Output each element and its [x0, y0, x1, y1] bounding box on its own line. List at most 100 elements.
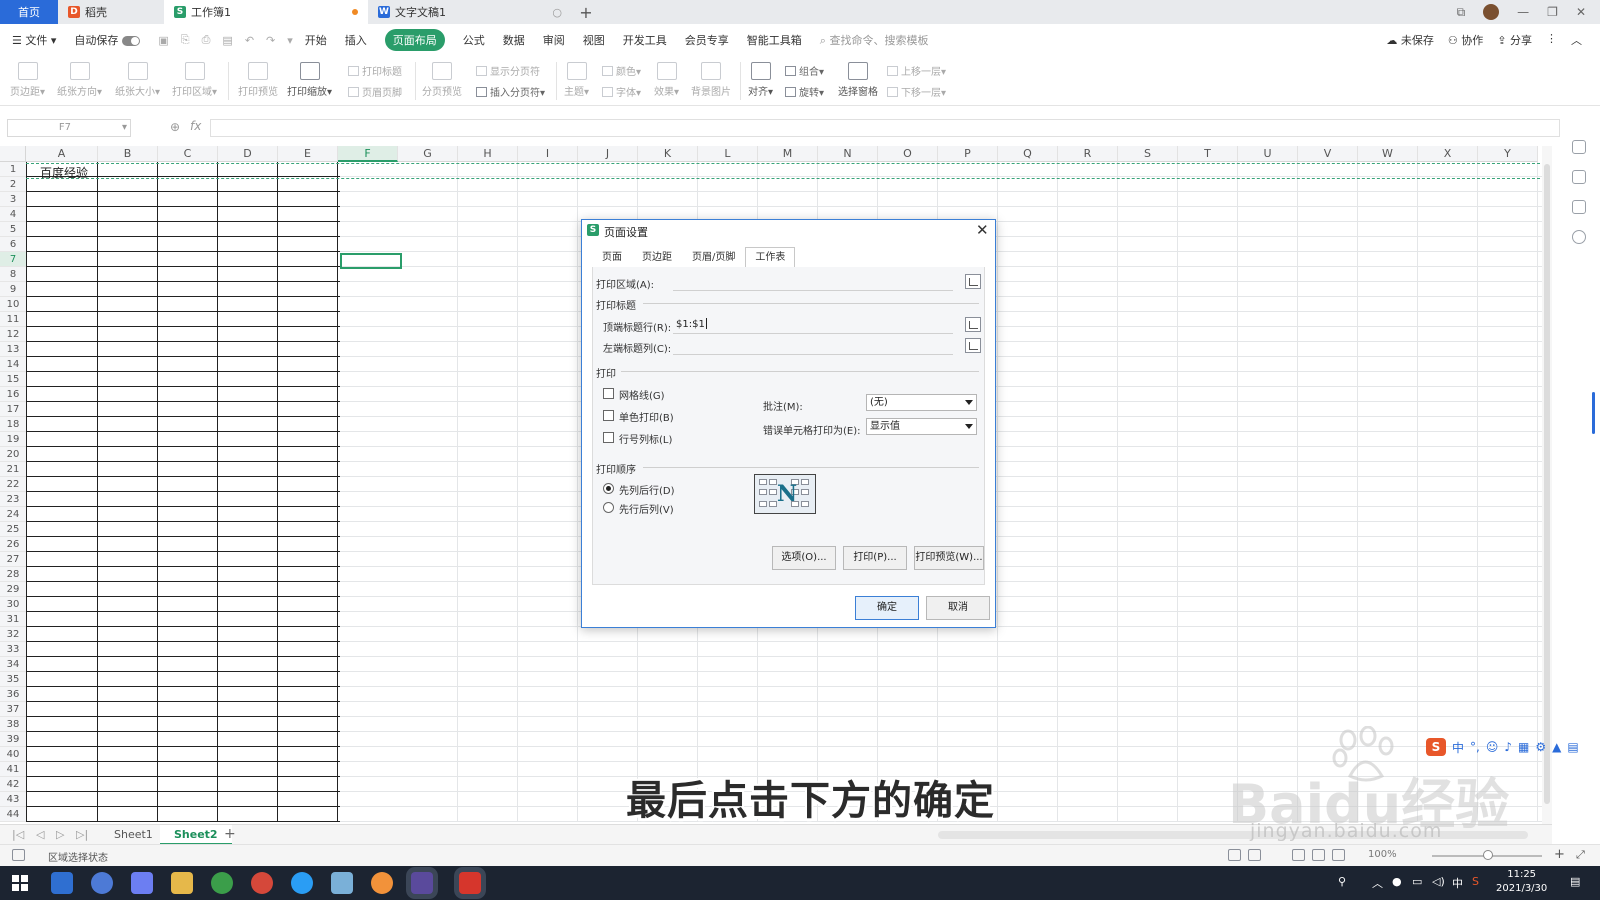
print-area-button[interactable]: 打印区域▾ — [172, 62, 217, 98]
left-cols-input[interactable] — [673, 337, 953, 355]
row-header-34[interactable]: 34 — [0, 657, 26, 672]
row-header-11[interactable]: 11 — [0, 312, 26, 327]
column-header-i[interactable]: I — [518, 146, 578, 162]
tab-sheet[interactable]: 工作表 — [745, 247, 796, 267]
column-header-b[interactable]: B — [98, 146, 158, 162]
print-area-input[interactable] — [673, 273, 953, 291]
print-preview-button[interactable]: 打印预览(W)... — [914, 546, 984, 570]
row-header-31[interactable]: 31 — [0, 612, 26, 627]
row-header-44[interactable]: 44 — [0, 807, 26, 822]
app-hex-icon[interactable] — [131, 872, 153, 894]
fullscreen-icon[interactable]: ⤢ — [1576, 848, 1585, 862]
media-app-icon[interactable] — [371, 872, 393, 894]
zoom-level[interactable]: 100% — [1368, 849, 1397, 860]
video-app-icon[interactable] — [411, 872, 433, 894]
row-header-17[interactable]: 17 — [0, 402, 26, 417]
menu-insert[interactable]: 插入 — [345, 32, 367, 48]
column-header-q[interactable]: Q — [998, 146, 1058, 162]
row-header-4[interactable]: 4 — [0, 207, 26, 222]
top-rows-input[interactable]: $1:$1 — [673, 316, 953, 334]
select-all-corner[interactable] — [0, 146, 26, 162]
background-image-button[interactable]: 背景图片 — [691, 62, 731, 98]
row-header-35[interactable]: 35 — [0, 672, 26, 687]
preview-icon[interactable]: ▤ — [222, 34, 232, 47]
macro-record-icon[interactable] — [12, 849, 25, 861]
tab-textdoc[interactable]: W 文字文稿1 ○ — [368, 0, 572, 24]
qq-browser-icon[interactable] — [291, 872, 313, 894]
ime-lang[interactable]: 中 — [1452, 875, 1463, 891]
normal-view-icon[interactable] — [1292, 849, 1305, 861]
row-header-14[interactable]: 14 — [0, 357, 26, 372]
paper-size-button[interactable]: 纸张大小▾ — [115, 62, 160, 98]
autosave-toggle[interactable]: 自动保存 — [74, 32, 141, 48]
row-header-26[interactable]: 26 — [0, 537, 26, 552]
row-header-43[interactable]: 43 — [0, 792, 26, 807]
header-footer-button[interactable]: 页眉页脚 — [348, 84, 402, 99]
sheet-tab-sheet2[interactable]: Sheet2 — [160, 825, 232, 845]
color-button[interactable]: 颜色▾ — [602, 63, 641, 78]
column-header-t[interactable]: T — [1178, 146, 1238, 162]
ok-button[interactable]: 确定 — [855, 596, 919, 620]
row-header-25[interactable]: 25 — [0, 522, 26, 537]
tab-header-footer[interactable]: 页眉/页脚 — [682, 247, 745, 267]
tab-docer[interactable]: D 稻壳 — [58, 0, 164, 24]
row-header-3[interactable]: 3 — [0, 192, 26, 207]
tab-home[interactable]: 首页 — [0, 0, 58, 24]
row-header-15[interactable]: 15 — [0, 372, 26, 387]
rotate-button[interactable]: 旋转▾ — [785, 84, 824, 99]
mono-print-checkbox[interactable] — [603, 410, 614, 421]
row-header-32[interactable]: 32 — [0, 627, 26, 642]
row-header-1[interactable]: 1 — [0, 162, 26, 177]
notification-icon[interactable]: ▤ — [1570, 875, 1580, 888]
menu-review[interactable]: 审阅 — [543, 32, 565, 48]
dialog-titlebar[interactable]: S 页面设置 ✕ — [582, 220, 995, 242]
prev-sheet-icon[interactable]: ◁ — [36, 828, 44, 841]
menu-data[interactable]: 数据 — [503, 32, 525, 48]
minimize-icon[interactable]: — — [1517, 5, 1529, 19]
row-header-42[interactable]: 42 — [0, 777, 26, 792]
ime-voice-icon[interactable]: ♪ — [1504, 740, 1512, 754]
dialog-close-icon[interactable]: ✕ — [976, 221, 989, 239]
row-header-41[interactable]: 41 — [0, 762, 26, 777]
system-clock[interactable]: 11:25 2021/3/30 — [1496, 868, 1547, 896]
collapse-dialog-icon[interactable] — [965, 274, 981, 289]
group-button[interactable]: 组合▾ — [785, 63, 824, 78]
over-then-down-radio[interactable] — [603, 502, 614, 513]
last-sheet-icon[interactable]: ▷| — [76, 828, 88, 841]
close-window-icon[interactable]: ✕ — [1576, 5, 1586, 19]
zoom-icon[interactable]: ⊕ — [170, 120, 180, 134]
formula-input[interactable] — [210, 119, 1560, 137]
tray-app-icon[interactable]: ● — [1392, 875, 1402, 888]
gridlines-label[interactable]: 网格线(G) — [619, 387, 665, 402]
insert-page-break-button[interactable]: 插入分页符▾ — [476, 84, 545, 99]
row-header-36[interactable]: 36 — [0, 687, 26, 702]
column-header-f[interactable]: F — [338, 146, 398, 162]
eye-protect-icon[interactable] — [1228, 849, 1241, 861]
column-header-o[interactable]: O — [878, 146, 938, 162]
row-header-33[interactable]: 33 — [0, 642, 26, 657]
column-header-n[interactable]: N — [818, 146, 878, 162]
menu-developer[interactable]: 开发工具 — [623, 32, 667, 48]
notes-app-icon[interactable] — [331, 872, 353, 894]
selection-pane-button[interactable]: 选择窗格 — [838, 62, 878, 98]
chrome-icon[interactable] — [211, 872, 233, 894]
row-header-22[interactable]: 22 — [0, 477, 26, 492]
column-header-y[interactable]: Y — [1478, 146, 1538, 162]
redo-icon[interactable]: ↷ — [266, 34, 275, 47]
layout-icon[interactable] — [1248, 849, 1261, 861]
column-header-x[interactable]: X — [1418, 146, 1478, 162]
column-header-r[interactable]: R — [1058, 146, 1118, 162]
ime-toolbar[interactable]: S 中 °, ☺ ♪ ▦ ⚙ ▲ ▤ — [1426, 737, 1579, 757]
browser-app-icon[interactable] — [51, 872, 73, 894]
ime-punct-icon[interactable]: °, — [1470, 740, 1480, 754]
row-header-2[interactable]: 2 — [0, 177, 26, 192]
zoom-slider-knob[interactable] — [1483, 850, 1493, 860]
effect-button[interactable]: 效果▾ — [654, 62, 679, 98]
name-box[interactable]: F7 ▾ — [7, 119, 131, 137]
unsaved-button[interactable]: ☁ 未保存 — [1386, 32, 1434, 48]
page-break-view-icon[interactable] — [1332, 849, 1345, 861]
add-sheet-button[interactable]: + — [224, 826, 236, 842]
side-scroll-indicator[interactable] — [1592, 392, 1595, 434]
row-header-9[interactable]: 9 — [0, 282, 26, 297]
tab-page[interactable]: 页面 — [592, 247, 632, 267]
